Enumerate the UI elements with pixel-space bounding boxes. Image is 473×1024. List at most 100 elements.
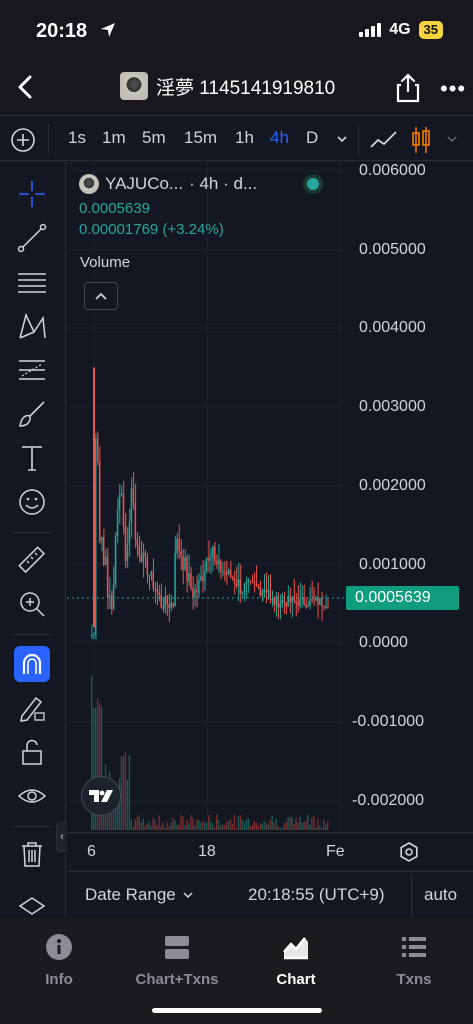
candle-body <box>152 571 154 589</box>
volume-bar <box>243 822 246 830</box>
line-chart-style-icon[interactable] <box>368 127 400 153</box>
volume-bar <box>313 816 315 830</box>
date-range-button[interactable]: Date Range <box>85 885 194 905</box>
volume-bar <box>281 827 283 830</box>
interval-1s[interactable]: 1s <box>68 128 86 148</box>
collapse-legend-button[interactable] <box>84 282 118 310</box>
volume-bar <box>164 827 166 830</box>
magnet-tool[interactable] <box>14 646 50 682</box>
price-axis-label: 0.003000 <box>359 398 426 415</box>
settings-gear-icon[interactable] <box>398 841 420 863</box>
volume-bar <box>154 819 156 830</box>
candle-body <box>148 574 150 576</box>
forecast-tool[interactable] <box>14 352 50 388</box>
candle-body <box>229 569 232 578</box>
volume-bar <box>323 820 325 830</box>
candle-body <box>184 557 186 570</box>
volume-bar <box>142 818 144 830</box>
candle-body <box>196 589 198 593</box>
horizontal-lines-tool[interactable] <box>14 264 50 300</box>
candle-body <box>283 600 285 603</box>
candle-body <box>122 493 125 527</box>
volume-bar <box>291 816 293 830</box>
share-icon[interactable] <box>393 72 423 104</box>
chart-clock[interactable]: 20:18:55 (UTC+9) <box>248 885 385 905</box>
tradingview-logo[interactable] <box>81 776 121 816</box>
interval-1m[interactable]: 1m <box>102 128 126 148</box>
candle-body <box>144 552 146 557</box>
volume-bar <box>130 819 133 830</box>
volume-bar <box>309 824 311 830</box>
delete-drawings-tool[interactable] <box>14 836 50 872</box>
chart-icon <box>283 937 308 960</box>
volume-bar <box>299 816 301 830</box>
text-tool[interactable] <box>14 440 50 476</box>
candles-style-icon[interactable] <box>410 125 432 155</box>
crosshair-tool[interactable] <box>14 176 50 212</box>
price-chart[interactable]: YAJUCo... · 4h · d... 0.0005639 0.000017… <box>67 162 473 832</box>
brush-tool[interactable] <box>14 396 50 432</box>
interval-1h[interactable]: 1h <box>235 128 254 148</box>
tab-label: Chart <box>276 971 316 988</box>
time-axis[interactable]: 6 18 Fe <box>67 832 473 870</box>
candle-body <box>198 579 200 593</box>
candle-body <box>174 553 176 607</box>
interval-D[interactable]: D <box>306 128 318 148</box>
interval-5m[interactable]: 5m <box>142 128 166 148</box>
candle-body <box>225 572 228 575</box>
candle-body <box>128 522 131 545</box>
chevron-down-icon[interactable] <box>446 135 458 145</box>
candle-body <box>92 635 95 637</box>
tab-txns[interactable]: Txns <box>355 932 473 988</box>
candle-body <box>164 596 166 609</box>
auto-scale-button[interactable]: auto <box>424 885 457 905</box>
trend-line-tool[interactable] <box>14 220 50 256</box>
candle-body <box>190 572 192 589</box>
measure-tool[interactable] <box>14 542 50 578</box>
volume-bar <box>211 823 214 830</box>
volume-bar <box>305 820 307 830</box>
candle-body <box>261 590 263 596</box>
zoom-tool[interactable] <box>14 586 50 622</box>
hide-drawings-tool[interactable] <box>14 778 50 814</box>
candle-body <box>162 607 164 609</box>
more-icon[interactable]: ••• <box>440 76 466 102</box>
tab-chart-txns[interactable]: Chart+Txns <box>118 932 236 988</box>
candle-body <box>192 588 194 598</box>
tab-chart[interactable]: Chart <box>237 932 355 988</box>
emoji-tool[interactable] <box>14 484 50 520</box>
chevron-down-icon[interactable] <box>336 135 348 145</box>
candle-body <box>194 589 196 598</box>
battery-indicator: 35 <box>418 21 443 39</box>
lock-drawings-tool[interactable] <box>14 690 50 726</box>
token-name: 淫夢 1145141919810 <box>156 77 336 99</box>
interval-4h[interactable]: 4h <box>270 128 289 148</box>
candle-body <box>259 587 261 596</box>
back-chevron-icon[interactable] <box>12 72 42 102</box>
volume-bar <box>180 814 182 830</box>
price-axis-label: 0.0000 <box>359 634 408 651</box>
candle-body <box>219 560 222 572</box>
volume-bar <box>283 823 285 830</box>
tab-info[interactable]: Info <box>0 932 118 988</box>
pattern-tool[interactable] <box>14 308 50 344</box>
candle-body <box>166 596 168 605</box>
candle-body <box>124 526 127 562</box>
candle-body <box>307 605 309 608</box>
time-axis-label: 18 <box>198 843 216 860</box>
unlock-tool[interactable] <box>14 734 50 770</box>
volume-bar <box>140 822 142 830</box>
interval-15m[interactable]: 15m <box>184 128 217 148</box>
candle-body <box>126 544 129 562</box>
candle-body <box>176 538 178 554</box>
volume-bar <box>162 822 164 830</box>
candle-body <box>170 602 172 608</box>
volume-bar <box>170 822 172 830</box>
candle-body <box>96 438 99 462</box>
price-axis-label: 0.004000 <box>359 319 426 336</box>
volume-bar <box>132 826 135 830</box>
time-axis-label: Fe <box>326 843 345 860</box>
volume-bar <box>327 821 329 830</box>
add-indicator-icon[interactable] <box>10 127 36 153</box>
tradingview-logo-icon <box>89 790 113 802</box>
